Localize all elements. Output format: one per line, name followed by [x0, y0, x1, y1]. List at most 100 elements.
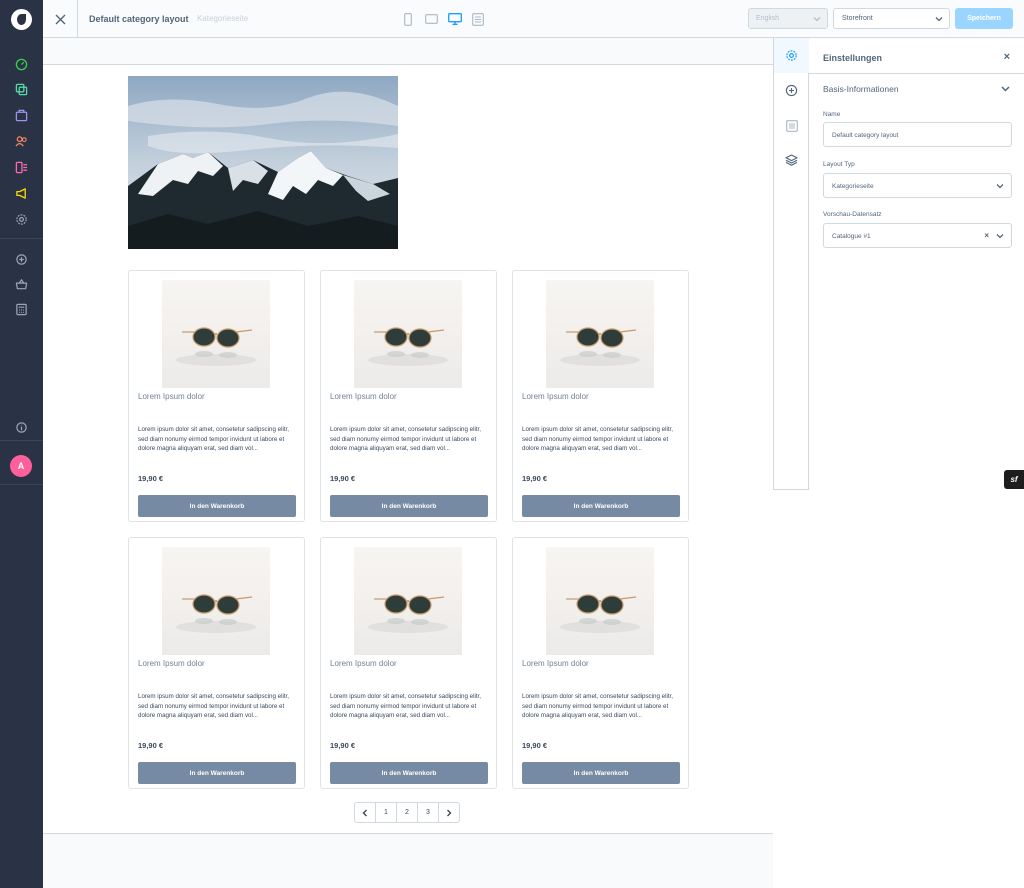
calculator-icon[interactable]	[15, 303, 28, 316]
chevron-left-icon	[362, 809, 367, 816]
device-desktop-icon[interactable]	[447, 12, 463, 26]
product-name[interactable]: Lorem Ipsum dolor	[138, 392, 205, 401]
layout-type-label: Layout Typ	[823, 161, 855, 168]
product-name[interactable]: Lorem Ipsum dolor	[522, 392, 589, 401]
add-to-cart-button[interactable]: In den Warenkorb	[522, 762, 680, 784]
info-icon[interactable]	[15, 421, 28, 434]
pagination-next-button[interactable]	[438, 802, 460, 823]
product-card[interactable]: Lorem Ipsum dolor Lorem ipsum dolor sit a…	[512, 270, 689, 522]
layers-tab[interactable]	[774, 142, 809, 177]
language-select-value: English	[756, 15, 779, 22]
product-price: 19,90 €	[522, 741, 548, 750]
cms-toolbar: Default category layout Kategorieseite E…	[43, 0, 1024, 38]
name-field-label: Name	[823, 111, 841, 118]
device-mobile-icon[interactable]	[401, 12, 415, 26]
add-to-cart-button[interactable]: In den Warenkorb	[522, 495, 680, 517]
sales-channel-select-value: Storefront	[842, 15, 873, 22]
layers-icon	[785, 153, 798, 166]
product-image-sunglasses[interactable]	[546, 280, 654, 388]
name-input[interactable]: Default category layout	[823, 122, 1012, 147]
chevron-down-icon	[813, 17, 821, 22]
customers-icon[interactable]	[15, 135, 28, 148]
device-tablet-icon[interactable]	[424, 12, 438, 26]
product-name[interactable]: Lorem Ipsum dolor	[522, 659, 589, 668]
symfony-toolbar-icon[interactable]: sf	[1004, 470, 1024, 489]
product-image-sunglasses[interactable]	[546, 547, 654, 655]
settings-panel-title: Einstellungen	[823, 53, 883, 63]
product-card[interactable]: Lorem Ipsum dolor Lorem ipsum dolor sit a…	[320, 270, 497, 522]
stage-top-band	[43, 38, 773, 65]
pagination-prev-button[interactable]	[354, 802, 376, 823]
chevron-down-icon[interactable]	[1001, 84, 1010, 93]
plus-circle-icon	[785, 84, 798, 97]
add-to-cart-button[interactable]: In den Warenkorb	[330, 495, 488, 517]
product-name[interactable]: Lorem Ipsum dolor	[330, 659, 397, 668]
name-input-value: Default category layout	[832, 132, 899, 139]
navigator-tab[interactable]	[774, 108, 809, 143]
device-form-icon[interactable]	[471, 12, 485, 26]
product-description: Lorem ipsum dolor sit amet, consetetur s…	[138, 693, 289, 719]
product-name[interactable]: Lorem Ipsum dolor	[330, 392, 397, 401]
content-icon[interactable]	[15, 161, 28, 174]
product-description: Lorem ipsum dolor sit amet, consetetur s…	[330, 426, 481, 452]
layout-type-select[interactable]: Kategorieseite	[823, 173, 1012, 198]
pagination-page-2[interactable]: 2	[396, 802, 418, 823]
settings-panel: Einstellungen × Basis-Informationen Name…	[809, 38, 1024, 490]
sidebar-divider	[0, 238, 43, 239]
save-button[interactable]: Speichern	[955, 8, 1013, 29]
product-image-sunglasses[interactable]	[354, 280, 462, 388]
user-avatar[interactable]: A	[10, 455, 32, 477]
sales-channel-basket-icon[interactable]	[15, 278, 28, 291]
product-name[interactable]: Lorem Ipsum dolor	[138, 659, 205, 668]
close-editor-button[interactable]	[43, 0, 78, 38]
gear-icon	[786, 50, 797, 61]
list-icon	[785, 119, 798, 132]
product-price: 19,90 €	[138, 474, 164, 483]
preview-record-select-value: Catalogue #1	[832, 233, 871, 240]
product-card[interactable]: Lorem Ipsum dolor Lorem ipsum dolor sit a…	[128, 537, 305, 789]
product-price: 19,90 €	[330, 474, 356, 483]
product-image-sunglasses[interactable]	[162, 547, 270, 655]
marketing-icon[interactable]	[15, 187, 28, 200]
hero-image-mountains[interactable]	[128, 76, 398, 249]
sidebar-tool-strip	[773, 38, 809, 490]
clear-selection-icon[interactable]: ×	[984, 231, 989, 240]
cms-stage: Lorem Ipsum dolor Lorem ipsum dolor sit a…	[43, 38, 773, 888]
product-image-sunglasses[interactable]	[162, 280, 270, 388]
product-price: 19,90 €	[138, 741, 164, 750]
product-price: 19,90 €	[522, 474, 548, 483]
add-to-cart-button[interactable]: In den Warenkorb	[138, 762, 296, 784]
pagination-page-1[interactable]: 1	[375, 802, 397, 823]
pagination-page-3[interactable]: 3	[417, 802, 439, 823]
add-blocks-tab[interactable]	[774, 73, 809, 108]
chevron-down-icon	[996, 184, 1004, 189]
orders-icon[interactable]	[15, 109, 28, 122]
shopware-logo-icon[interactable]	[11, 9, 32, 30]
product-description: Lorem ipsum dolor sit amet, consetetur s…	[330, 693, 481, 719]
pagination: 1 2 3	[354, 802, 460, 823]
product-description: Lorem ipsum dolor sit amet, consetetur s…	[138, 426, 289, 452]
product-card[interactable]: Lorem Ipsum dolor Lorem ipsum dolor sit a…	[512, 537, 689, 789]
product-card[interactable]: Lorem Ipsum dolor Lorem ipsum dolor sit a…	[128, 270, 305, 522]
settings-icon[interactable]	[15, 213, 28, 226]
layout-type-select-value: Kategorieseite	[832, 183, 874, 190]
sales-channel-select[interactable]: Storefront	[833, 8, 950, 29]
sidebar-divider	[0, 484, 43, 485]
sidebar-divider	[0, 440, 43, 441]
add-to-cart-button[interactable]: In den Warenkorb	[330, 762, 488, 784]
product-price: 19,90 €	[330, 741, 356, 750]
language-select[interactable]: English	[748, 8, 828, 29]
catalogue-icon[interactable]	[15, 83, 28, 96]
extensions-icon[interactable]	[15, 253, 28, 266]
preview-record-select[interactable]: Catalogue #1 ×	[823, 223, 1012, 248]
admin-sidebar: A	[0, 0, 43, 888]
dashboard-icon[interactable]	[15, 58, 28, 71]
basic-info-section-title[interactable]: Basis-Informationen	[823, 84, 899, 94]
product-description: Lorem ipsum dolor sit amet, consetetur s…	[522, 426, 673, 452]
chevron-down-icon	[935, 17, 943, 22]
product-card[interactable]: Lorem Ipsum dolor Lorem ipsum dolor sit a…	[320, 537, 497, 789]
product-image-sunglasses[interactable]	[354, 547, 462, 655]
settings-tab[interactable]	[774, 38, 809, 73]
add-to-cart-button[interactable]: In den Warenkorb	[138, 495, 296, 517]
settings-panel-close-button[interactable]: ×	[1004, 51, 1010, 63]
